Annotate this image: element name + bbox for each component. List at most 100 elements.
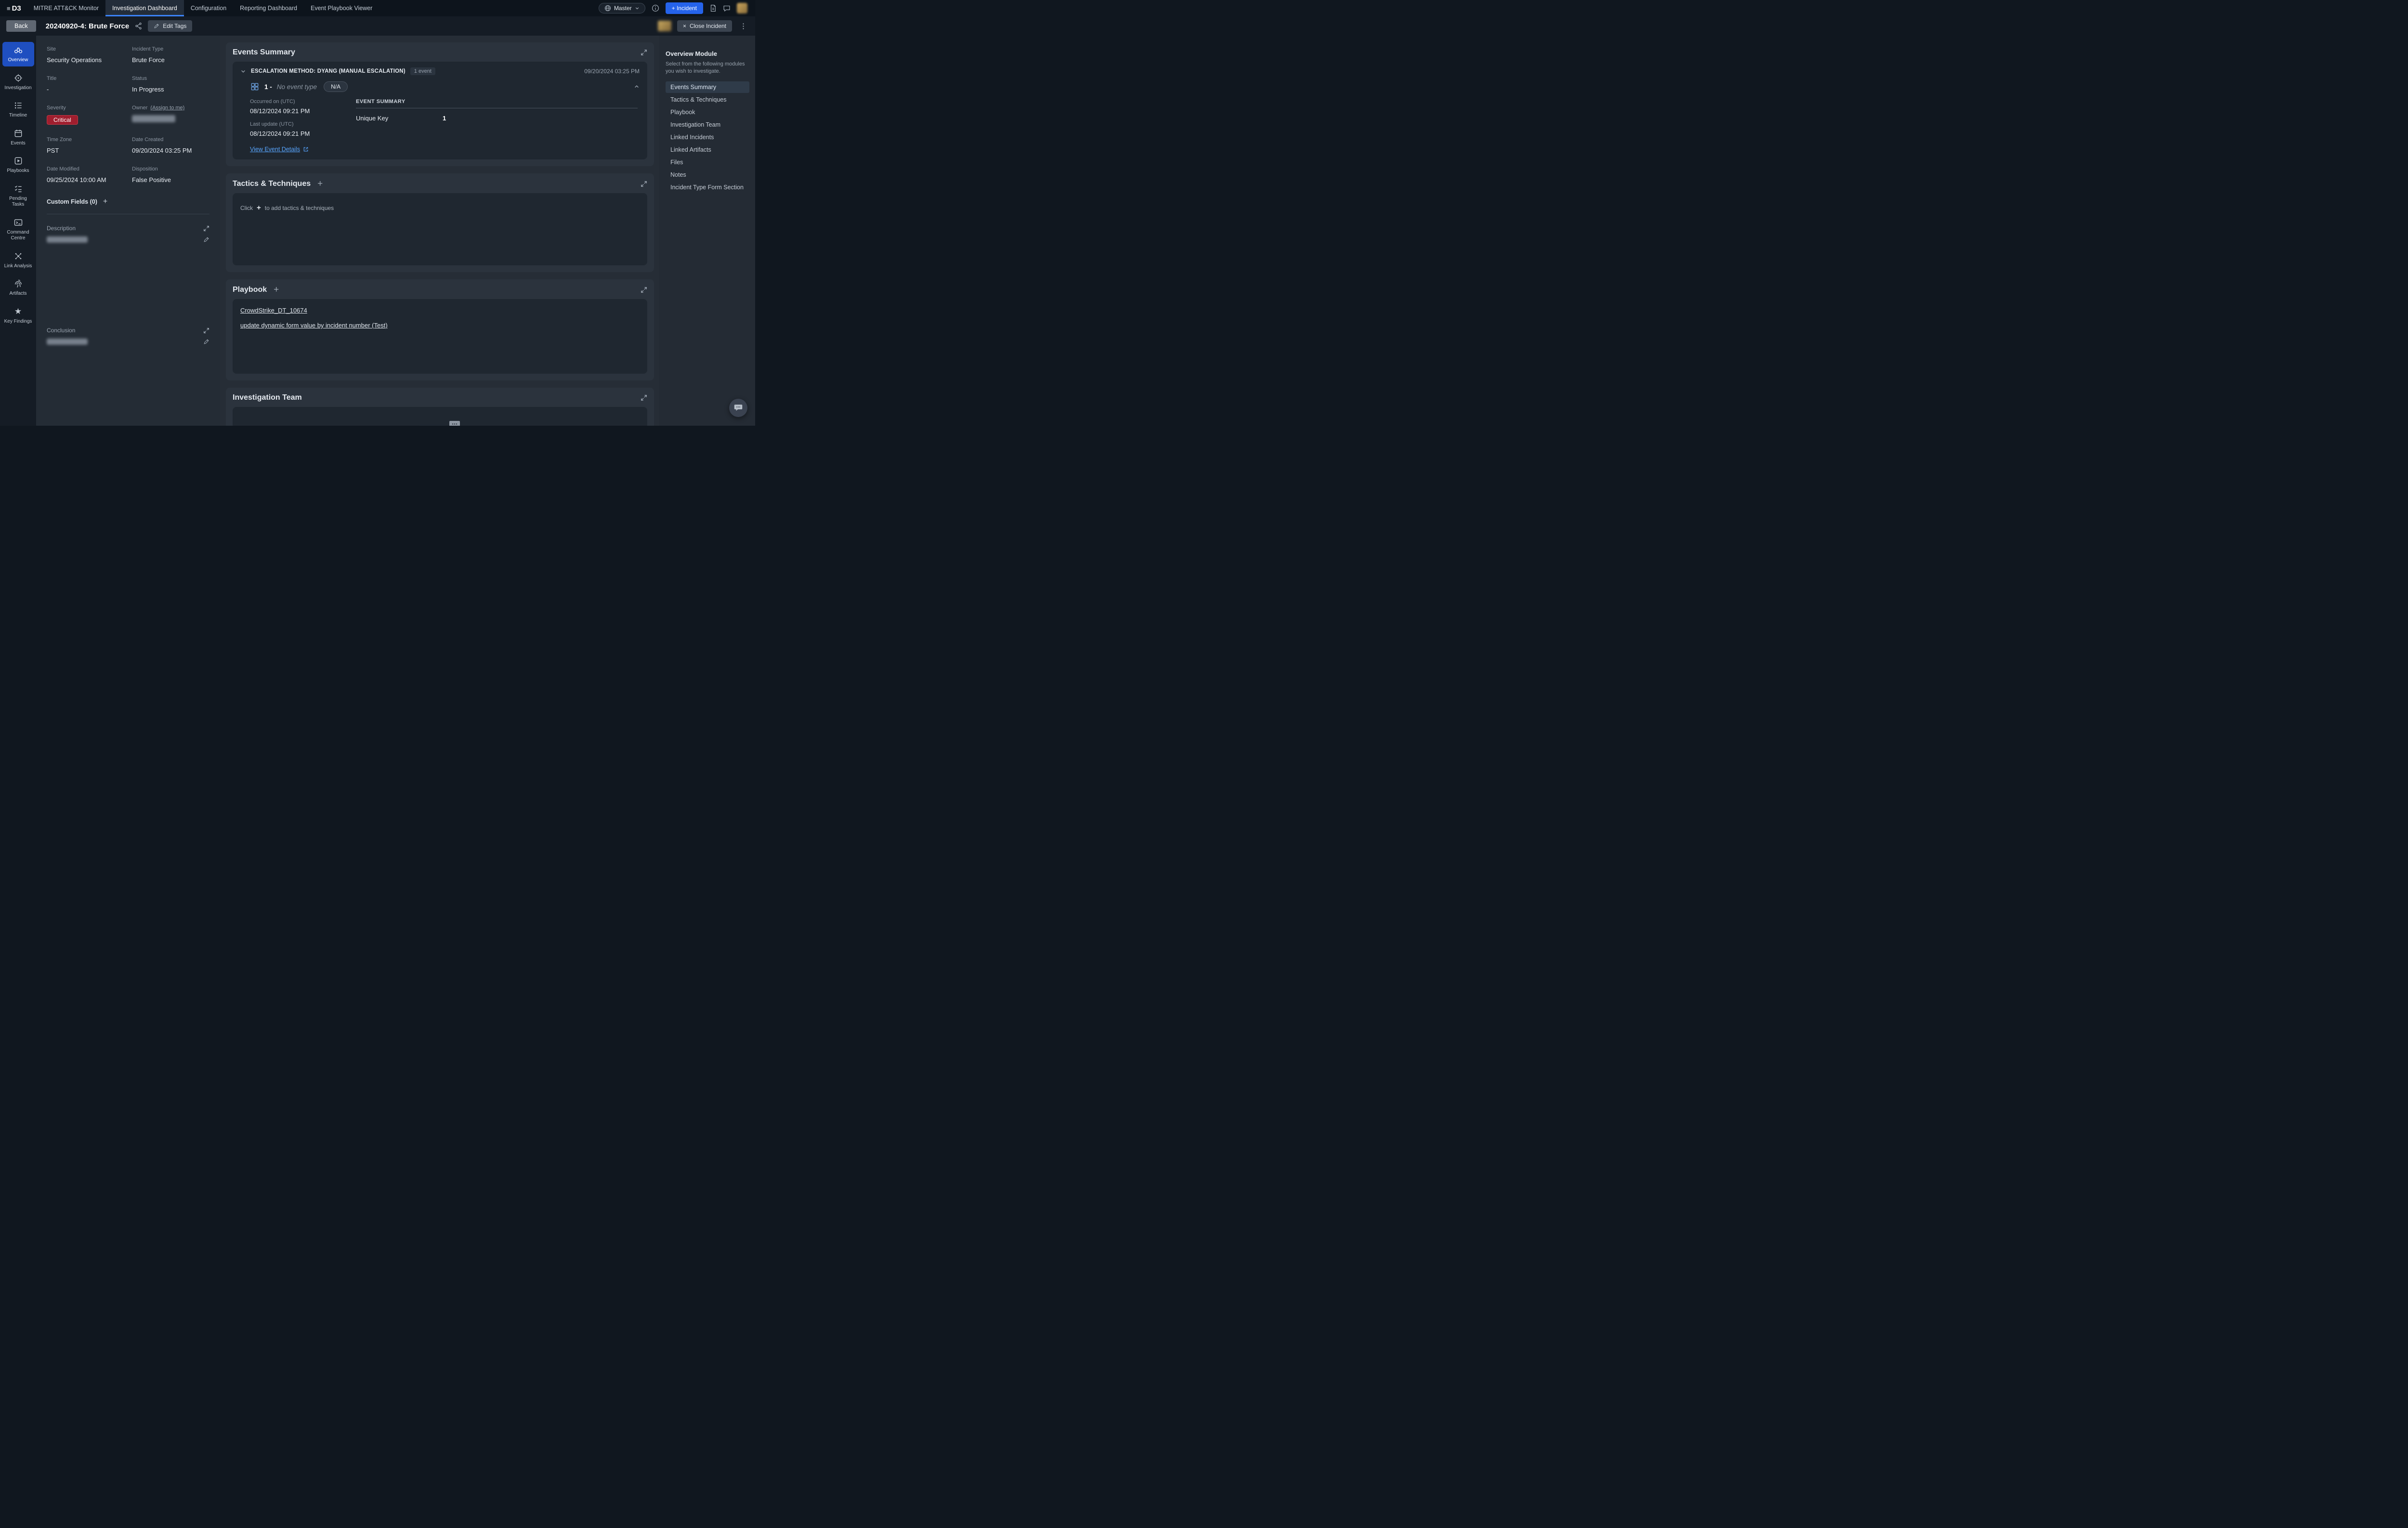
chat-icon[interactable] xyxy=(723,5,731,12)
description-expand-icon[interactable] xyxy=(203,225,209,232)
module-item-incident-type-form-section[interactable]: Incident Type Form Section xyxy=(666,182,749,193)
support-chat-fab[interactable] xyxy=(729,399,747,417)
share-icon[interactable] xyxy=(135,22,142,30)
edit-tags-label: Edit Tags xyxy=(163,23,186,29)
escalation-chevron-down-icon[interactable] xyxy=(240,68,246,74)
fingerprint-icon xyxy=(13,279,23,288)
custom-fields-label: Custom Fields (0) xyxy=(47,198,97,205)
checklist-icon xyxy=(13,184,23,194)
fields-grid: Site Security Operations Incident Type B… xyxy=(47,46,209,196)
top-nav-right: Master + Incident xyxy=(599,2,751,14)
investigation-team-expand-icon[interactable] xyxy=(641,394,647,401)
chat-bubble-icon xyxy=(733,404,743,412)
module-item-linked-artifacts[interactable]: Linked Artifacts xyxy=(666,144,749,156)
left-icon-rail: Overview Investigation Timeline Events P… xyxy=(0,36,36,426)
events-summary-card: ESCALATION METHOD: DYANG (MANUAL ESCALAT… xyxy=(233,62,647,159)
playbook-link-crowdstrike[interactable]: CrowdStrike_DT_10674 xyxy=(240,307,307,314)
rail-item-investigation[interactable]: Investigation xyxy=(2,70,34,94)
module-item-events-summary[interactable]: Events Summary xyxy=(666,81,749,93)
conclusion-edit-icon[interactable] xyxy=(203,339,209,345)
assign-to-me-link[interactable]: (Assign to me) xyxy=(150,105,184,111)
rail-item-key-findings[interactable]: ★ Key Findings xyxy=(2,303,34,328)
rail-item-events[interactable]: Events xyxy=(2,125,34,150)
playbook-card: CrowdStrike_DT_10674 update dynamic form… xyxy=(233,299,647,374)
description-redacted-content xyxy=(47,236,88,243)
add-incident-button[interactable]: + Incident xyxy=(666,2,703,14)
inline-plus-icon: + xyxy=(257,204,261,212)
event-summary-header: EVENT SUMMARY xyxy=(356,99,638,108)
info-icon[interactable] xyxy=(652,4,659,12)
events-summary-expand-icon[interactable] xyxy=(641,49,647,56)
occurred-on-value: 08/12/2024 09:21 PM xyxy=(250,107,341,115)
module-item-linked-incidents[interactable]: Linked Incidents xyxy=(666,131,749,143)
tactics-card: Click + to add tactics & techniques xyxy=(233,193,647,265)
overview-module-sidebar: Overview Module Select from the followin… xyxy=(659,36,755,426)
rail-item-timeline[interactable]: Timeline xyxy=(2,97,34,122)
binoculars-icon xyxy=(13,45,23,55)
event-number: 1 - xyxy=(264,83,272,91)
incident-header-bar: Back 20240920-4: Brute Force Edit Tags ×… xyxy=(0,16,755,36)
add-tactics-icon[interactable]: + xyxy=(317,179,323,188)
globe-icon xyxy=(604,5,611,12)
module-item-tactics-techniques[interactable]: Tactics & Techniques xyxy=(666,94,749,105)
rail-item-pending-tasks[interactable]: Pending Tasks xyxy=(2,181,34,211)
playbook-title: Playbook xyxy=(233,286,267,294)
rail-item-command-centre[interactable]: Command Centre xyxy=(2,214,34,245)
overview-module-subtitle: Select from the following modules you wi… xyxy=(666,61,749,76)
user-avatar[interactable] xyxy=(737,3,747,13)
event-na-badge[interactable]: N/A xyxy=(324,81,348,92)
back-button[interactable]: Back xyxy=(6,20,36,32)
field-status: Status In Progress xyxy=(132,76,209,93)
rail-item-overview[interactable]: Overview xyxy=(2,42,34,66)
custom-fields-row: Custom Fields (0) + xyxy=(47,196,209,214)
document-icon[interactable] xyxy=(709,4,717,12)
d3-logo-icon: ≡ xyxy=(7,5,11,12)
field-timezone: Time Zone PST xyxy=(47,137,124,154)
event-type-text: No event type xyxy=(277,83,317,91)
nav-item-reporting-dashboard[interactable]: Reporting Dashboard xyxy=(233,0,304,16)
investigation-team-title: Investigation Team xyxy=(233,393,302,402)
d3-logo[interactable]: ≡ D3 xyxy=(4,4,27,13)
module-list: Events Summary Tactics & Techniques Play… xyxy=(666,81,749,193)
close-icon: × xyxy=(683,23,686,29)
add-custom-field-icon[interactable]: + xyxy=(103,197,107,206)
speech-bubble-icon xyxy=(448,419,461,426)
tactics-expand-icon[interactable] xyxy=(641,181,647,187)
nav-item-investigation-dashboard[interactable]: Investigation Dashboard xyxy=(105,0,184,16)
close-incident-button[interactable]: × Close Incident xyxy=(677,20,732,32)
nav-item-event-playbook-viewer[interactable]: Event Playbook Viewer xyxy=(304,0,379,16)
incident-title: 20240920-4: Brute Force xyxy=(46,22,129,30)
module-item-investigation-team[interactable]: Investigation Team xyxy=(666,119,749,131)
last-update-value: 08/12/2024 09:21 PM xyxy=(250,130,341,137)
edit-tags-button[interactable]: Edit Tags xyxy=(148,20,192,32)
rail-item-playbooks[interactable]: Playbooks xyxy=(2,153,34,177)
unique-key-value: 1 xyxy=(443,115,638,122)
severity-badge[interactable]: Critical xyxy=(47,115,78,125)
module-item-files[interactable]: Files xyxy=(666,157,749,168)
rail-item-link-analysis[interactable]: Link Analysis xyxy=(2,248,34,273)
assignee-avatar[interactable] xyxy=(658,21,671,31)
event-collapse-chevron-up-icon[interactable] xyxy=(634,84,640,90)
d3-logo-text: D3 xyxy=(12,4,21,13)
playbook-link-update-dynamic-form[interactable]: update dynamic form value by incident nu… xyxy=(240,322,388,329)
add-playbook-icon[interactable]: + xyxy=(274,285,279,294)
pencil-icon xyxy=(154,23,159,29)
nav-item-mitre-monitor[interactable]: MITRE ATT&CK Monitor xyxy=(27,0,105,16)
field-owner: Owner(Assign to me) xyxy=(132,105,209,125)
view-event-details-link[interactable]: View Event Details xyxy=(250,146,309,153)
play-icon xyxy=(13,156,23,166)
field-incident-type: Incident Type Brute Force xyxy=(132,46,209,64)
last-update-label: Last update (UTC) xyxy=(250,121,341,127)
master-label: Master xyxy=(614,5,632,12)
kebab-menu-icon[interactable]: ⋮ xyxy=(738,22,749,30)
master-dropdown[interactable]: Master xyxy=(599,3,645,13)
nav-item-configuration[interactable]: Configuration xyxy=(184,0,233,16)
field-date-modified: Date Modified 09/25/2024 10:00 AM xyxy=(47,166,124,183)
conclusion-expand-icon[interactable] xyxy=(203,327,209,334)
escalation-method-title: ESCALATION METHOD: DYANG (MANUAL ESCALAT… xyxy=(251,68,406,74)
module-item-notes[interactable]: Notes xyxy=(666,169,749,181)
rail-item-artifacts[interactable]: Artifacts xyxy=(2,275,34,300)
module-item-playbook[interactable]: Playbook xyxy=(666,106,749,118)
description-edit-icon[interactable] xyxy=(203,236,209,243)
playbook-expand-icon[interactable] xyxy=(641,287,647,293)
